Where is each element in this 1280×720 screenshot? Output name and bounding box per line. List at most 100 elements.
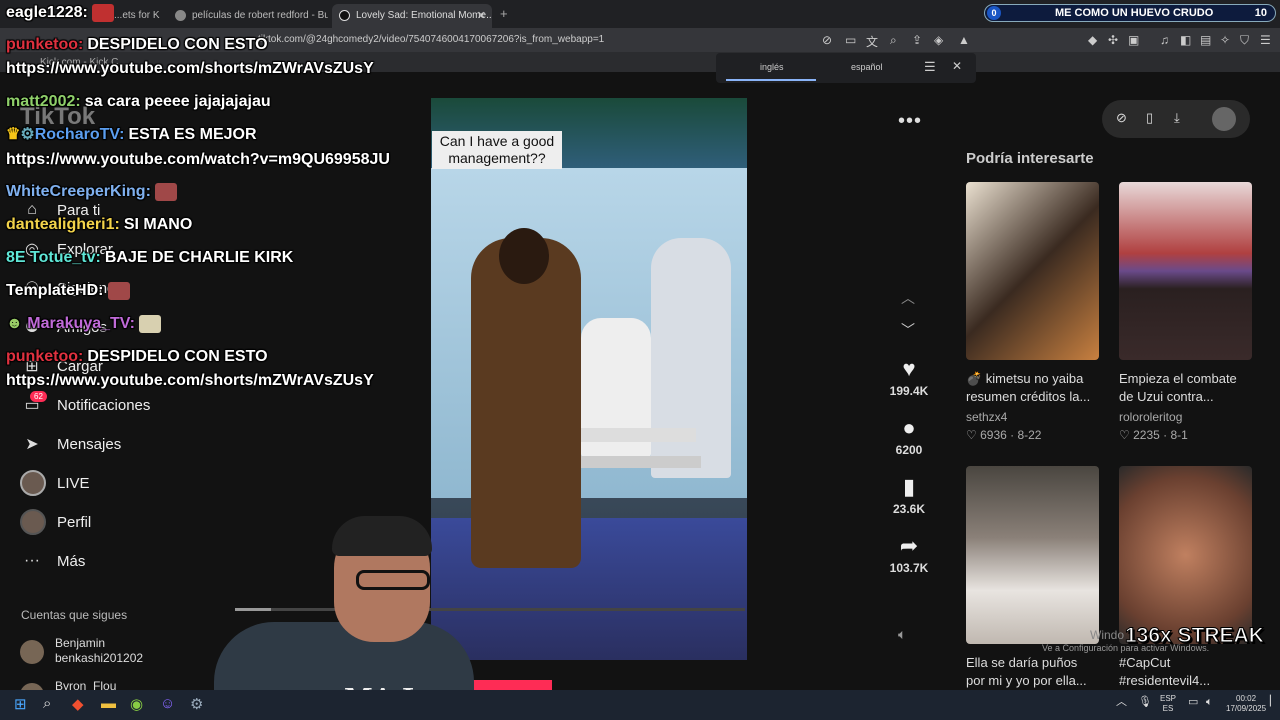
- discord-icon[interactable]: ☺: [160, 695, 175, 712]
- share-button[interactable]: ➦ 103.7K: [880, 533, 938, 575]
- comment-icon: ●: [902, 415, 916, 440]
- clock[interactable]: 00:02 17/09/2025: [1226, 694, 1266, 714]
- sidebar-item-mensajes[interactable]: ➤ Mensajes: [20, 430, 121, 458]
- save-button[interactable]: ▮ 23.6K: [880, 474, 938, 516]
- video-thumbnail: [966, 182, 1099, 360]
- translate-icon[interactable]: 文: [866, 33, 878, 50]
- sidebar-icon[interactable]: ◧: [1180, 33, 1191, 47]
- more-icon: ···: [24, 552, 40, 569]
- video-frame-keyboard: [566, 428, 696, 442]
- menu-icon[interactable]: ☰: [1260, 33, 1271, 47]
- chat-message: SI MANO: [123, 216, 193, 233]
- video-frame-keyboard: [581, 456, 701, 468]
- profile-icon: [20, 509, 46, 535]
- sidebar-item-mas[interactable]: ··· Más: [20, 547, 85, 575]
- windows-start-icon[interactable]: ⊞: [14, 695, 27, 713]
- settings-gear-icon[interactable]: ⚙: [190, 695, 203, 713]
- chevron-up-icon[interactable]: ︿: [901, 288, 915, 308]
- puzzle-icon[interactable]: ✣: [1108, 33, 1118, 47]
- sidebar-item-live[interactable]: LIVE: [20, 469, 90, 497]
- vpn-icon[interactable]: ⛉: [1240, 33, 1249, 48]
- chat-username: punketoo:: [6, 348, 84, 365]
- search-icon[interactable]: ⌕: [43, 695, 51, 712]
- ai-icon[interactable]: ✧: [1220, 33, 1230, 47]
- windows-activation-text: Ve a Configuración para activar Windows.: [1042, 643, 1210, 653]
- cast-icon[interactable]: ▭: [845, 33, 856, 47]
- avatar[interactable]: [1212, 107, 1236, 131]
- account-handle: benkashi201202: [55, 651, 144, 665]
- chat-message[interactable]: https://www.youtube.com/shorts/mZWrAVsZU…: [6, 60, 374, 77]
- chat-username: punketoo:: [6, 36, 84, 53]
- app-icon[interactable]: ◉: [130, 695, 143, 713]
- close-tab-icon[interactable]: ✕: [477, 9, 486, 22]
- download-icon[interactable]: ⤓: [1174, 110, 1180, 126]
- recommendation-stats: ♡ 6936 · 8-22: [966, 428, 1042, 442]
- like-button[interactable]: ♥ 199.4K: [880, 356, 938, 398]
- translate-close-icon[interactable]: ✕: [952, 59, 962, 73]
- screenshot-icon[interactable]: ▣: [1128, 33, 1139, 47]
- bookmark-icon: ▮: [902, 474, 916, 499]
- browser-tab[interactable]: películas de robert redford - Buscar: [168, 4, 328, 28]
- comment-count: 6200: [895, 443, 923, 457]
- chat-line: https://www.youtube.com/shorts/mZWrAVsZU…: [6, 59, 374, 79]
- recommendation-card[interactable]: Ella se daría puños por mi y yo por ella…: [966, 466, 1099, 690]
- goal-title: ME COMO UN HUEVO CRUDO: [1055, 7, 1214, 19]
- autoscroll-icon[interactable]: ⊘: [1116, 110, 1127, 126]
- recommendation-title: Empieza el combate de Uzui contra...: [1119, 371, 1237, 404]
- video-frame-man: [651, 238, 731, 478]
- music-icon[interactable]: ♫: [1160, 33, 1169, 47]
- followed-account[interactable]: Benjamin benkashi201202: [20, 636, 143, 666]
- badge-icon: 8E: [6, 249, 26, 266]
- chat-line: TemplateHD:: [6, 281, 130, 301]
- sidebar-item-label: Mensajes: [57, 435, 122, 453]
- wallet-icon[interactable]: ▤: [1200, 33, 1211, 47]
- chat-line: ☻ Marakuya_TV:: [6, 314, 161, 334]
- sidebar-item-label: Más: [57, 552, 86, 570]
- rewards-icon[interactable]: ▲: [958, 33, 970, 47]
- more-options-icon[interactable]: •••: [898, 110, 922, 133]
- webcam-glasses: [356, 570, 430, 590]
- stream-goal-widget: 0 ME COMO UN HUEVO CRUDO 10: [984, 4, 1276, 22]
- reader-icon[interactable]: ⊘: [822, 33, 832, 47]
- device-icon[interactable]: ▯: [1146, 110, 1153, 126]
- browser-tab-active[interactable]: Lovely Sad: Emotional Mome... ✕: [332, 4, 492, 28]
- chat-message[interactable]: https://www.youtube.com/shorts/mZWrAVsZU…: [6, 372, 374, 389]
- crown-icon: ♛: [6, 126, 21, 143]
- chat-username: TemplateHD:: [6, 282, 104, 299]
- save-count: 23.6K: [892, 502, 926, 516]
- zoom-icon[interactable]: ⌕: [890, 33, 897, 48]
- live-icon: [20, 470, 46, 496]
- translate-menu-icon[interactable]: ☰: [924, 59, 936, 75]
- chat-line: punketoo: DESPIDELO CON ESTO: [6, 347, 268, 367]
- tab-label: películas de robert redford - Buscar: [192, 10, 328, 21]
- network-icon[interactable]: ▭: [1188, 697, 1198, 708]
- url-field[interactable]: tiktok.com/@24ghcomedy2/video/7540746004…: [258, 34, 604, 45]
- brave-browser-icon[interactable]: ◆: [72, 695, 84, 713]
- translate-target-lang[interactable]: español: [851, 62, 883, 72]
- sidebar-item-perfil[interactable]: Perfil: [20, 508, 91, 536]
- chat-message[interactable]: https://www.youtube.com/watch?v=m9QU6995…: [6, 151, 390, 168]
- recommendation-card[interactable]: #CapCut #residentevil4...: [1119, 466, 1252, 690]
- extension-icon[interactable]: ◆: [1088, 33, 1097, 47]
- brave-shield-icon[interactable]: ◈: [934, 33, 943, 47]
- chat-line: WhiteCreeperKing:: [6, 182, 177, 202]
- speaker-icon[interactable]: 🔈︎: [1206, 697, 1213, 708]
- volume-icon[interactable]: 🔈︎: [898, 626, 906, 643]
- share-icon[interactable]: ⇪: [912, 33, 922, 47]
- file-explorer-icon[interactable]: ▬: [101, 695, 116, 712]
- chevron-down-icon[interactable]: ﹀: [901, 320, 915, 340]
- comment-button[interactable]: ● 6200: [880, 415, 938, 457]
- recommendation-card[interactable]: 💣 kimetsu no yaiba resumen créditos la..…: [966, 182, 1099, 442]
- recommendation-card[interactable]: Empieza el combate de Uzui contra... rol…: [1119, 182, 1252, 442]
- tray-chevron-icon[interactable]: ︿: [1116, 697, 1127, 708]
- screen: ...ets for Ki... películas de robert red…: [0, 0, 1280, 720]
- new-tab-icon[interactable]: +: [500, 6, 508, 21]
- notification-bell-icon[interactable]: ▏: [1270, 697, 1278, 707]
- sidebar-item-label: Notificaciones: [57, 396, 151, 414]
- goal-right-count: 10: [1254, 7, 1267, 19]
- recommendation-stats: ♡ 2235 · 8-1: [1119, 428, 1188, 442]
- language-indicator[interactable]: ESP ES: [1160, 694, 1176, 714]
- microphone-icon[interactable]: 🎙︎: [1138, 697, 1152, 708]
- translate-source-lang[interactable]: inglés: [760, 62, 784, 72]
- emote-icon: [154, 182, 177, 201]
